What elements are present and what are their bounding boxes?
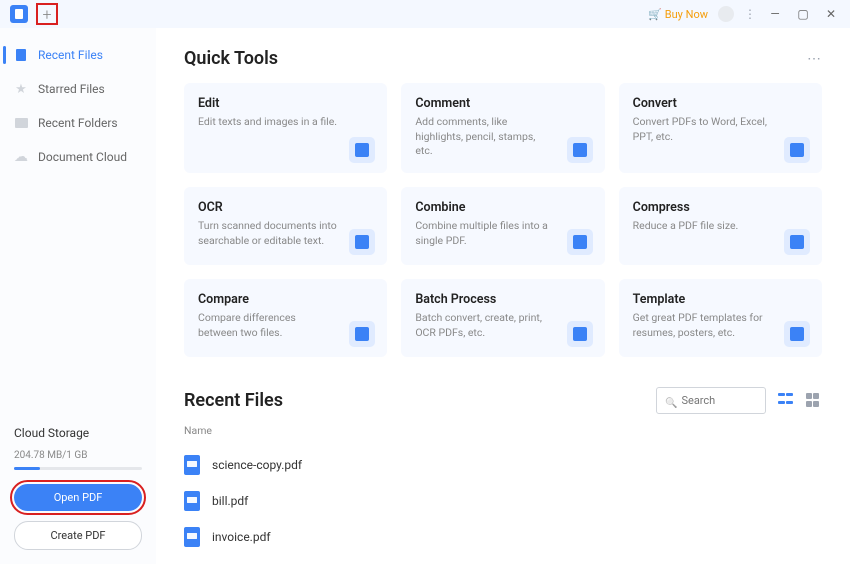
sidebar-item-document-cloud[interactable]: Document Cloud <box>0 140 156 174</box>
tool-card-compress[interactable]: Compress Reduce a PDF file size. <box>619 187 822 265</box>
pdf-file-icon <box>184 491 200 511</box>
tool-desc: Reduce a PDF file size. <box>633 219 808 234</box>
tool-card-comment[interactable]: Comment Add comments, like highlights, p… <box>401 83 604 173</box>
cloud-storage-panel: Cloud Storage 204.78 MB/1 GB Open PDF Cr… <box>0 426 156 564</box>
compress-icon <box>784 229 810 255</box>
combine-icon <box>567 229 593 255</box>
cloud-storage-bar <box>14 467 142 470</box>
tool-title: Edit <box>198 96 373 111</box>
quick-tools-title: Quick Tools <box>184 48 278 69</box>
star-icon <box>14 82 28 96</box>
column-header-name: Name <box>184 424 822 437</box>
tool-title: Compare <box>198 292 373 307</box>
tool-desc: Convert PDFs to Word, Excel, PPT, etc. <box>633 115 808 144</box>
tool-desc: Compare differences between two files. <box>198 311 373 340</box>
template-icon <box>784 321 810 347</box>
cloud-storage-title: Cloud Storage <box>14 426 142 440</box>
tool-card-edit[interactable]: Edit Edit texts and images in a file. <box>184 83 387 173</box>
minimize-button[interactable]: — <box>766 7 784 21</box>
titlebar: + Buy Now ⋮ — ▢ ✕ <box>0 0 850 28</box>
sidebar-item-starred-files[interactable]: Starred Files <box>0 72 156 106</box>
tool-title: Comment <box>415 96 590 111</box>
tool-desc: Add comments, like highlights, pencil, s… <box>415 115 590 159</box>
buy-now-link[interactable]: Buy Now <box>648 8 708 21</box>
tool-card-convert[interactable]: Convert Convert PDFs to Word, Excel, PPT… <box>619 83 822 173</box>
cloud-icon <box>14 150 28 164</box>
open-pdf-button[interactable]: Open PDF <box>14 484 142 511</box>
create-pdf-button[interactable]: Create PDF <box>14 521 142 550</box>
file-name: science-copy.pdf <box>212 458 302 472</box>
search-input[interactable] <box>681 394 757 407</box>
recent-files-title: Recent Files <box>184 390 283 411</box>
pdf-file-icon <box>184 527 200 547</box>
cloud-storage-usage: 204.78 MB/1 GB <box>14 450 142 461</box>
tool-card-template[interactable]: Template Get great PDF templates for res… <box>619 279 822 357</box>
maximize-button[interactable]: ▢ <box>794 7 812 21</box>
globe-icon[interactable] <box>718 6 734 22</box>
sidebar: Recent Files Starred Files Recent Folder… <box>0 28 156 564</box>
sidebar-item-label: Recent Files <box>38 48 103 62</box>
app-logo-icon <box>10 5 28 23</box>
sidebar-item-label: Document Cloud <box>38 150 127 164</box>
ocr-icon <box>349 229 375 255</box>
tool-desc: Edit texts and images in a file. <box>198 115 373 130</box>
tool-title: Convert <box>633 96 808 111</box>
pdf-file-icon <box>184 455 200 475</box>
tool-desc: Combine multiple files into a single PDF… <box>415 219 590 248</box>
tool-title: OCR <box>198 200 373 215</box>
tool-card-batch-process[interactable]: Batch Process Batch convert, create, pri… <box>401 279 604 357</box>
tool-desc: Turn scanned documents into searchable o… <box>198 219 373 248</box>
tool-title: Combine <box>415 200 590 215</box>
tool-card-compare[interactable]: Compare Compare differences between two … <box>184 279 387 357</box>
cart-icon <box>648 8 662 21</box>
tool-desc: Batch convert, create, print, OCR PDFs, … <box>415 311 590 340</box>
tool-card-ocr[interactable]: OCR Turn scanned documents into searchab… <box>184 187 387 265</box>
grid-view-button[interactable] <box>806 393 822 409</box>
new-tab-button[interactable]: + <box>36 3 58 25</box>
file-row[interactable]: science-copy.pdf <box>184 447 822 483</box>
folder-icon <box>14 116 28 130</box>
tool-title: Batch Process <box>415 292 590 307</box>
buy-now-label: Buy Now <box>665 8 708 21</box>
list-view-button[interactable] <box>778 393 794 409</box>
sidebar-item-label: Starred Files <box>38 82 105 96</box>
tool-card-combine[interactable]: Combine Combine multiple files into a si… <box>401 187 604 265</box>
file-icon <box>14 48 28 62</box>
batch-icon <box>567 321 593 347</box>
convert-icon <box>784 137 810 163</box>
main-content: Quick Tools ⋯ Edit Edit texts and images… <box>156 28 850 564</box>
sidebar-item-recent-folders[interactable]: Recent Folders <box>0 106 156 140</box>
file-name: invoice.pdf <box>212 530 271 544</box>
file-row[interactable]: bill.pdf <box>184 483 822 519</box>
tool-desc: Get great PDF templates for resumes, pos… <box>633 311 808 340</box>
menu-button[interactable]: ⋮ <box>744 7 756 21</box>
search-box[interactable] <box>656 387 766 414</box>
tool-title: Compress <box>633 200 808 215</box>
file-name: bill.pdf <box>212 494 248 508</box>
file-row[interactable]: invoice.pdf <box>184 519 822 555</box>
sidebar-item-recent-files[interactable]: Recent Files <box>0 38 156 72</box>
edit-icon <box>349 137 375 163</box>
compare-icon <box>349 321 375 347</box>
search-icon <box>665 391 681 410</box>
sidebar-item-label: Recent Folders <box>38 116 118 130</box>
close-button[interactable]: ✕ <box>822 7 840 21</box>
comment-icon <box>567 137 593 163</box>
tool-title: Template <box>633 292 808 307</box>
quick-tools-more-button[interactable]: ⋯ <box>807 51 822 67</box>
